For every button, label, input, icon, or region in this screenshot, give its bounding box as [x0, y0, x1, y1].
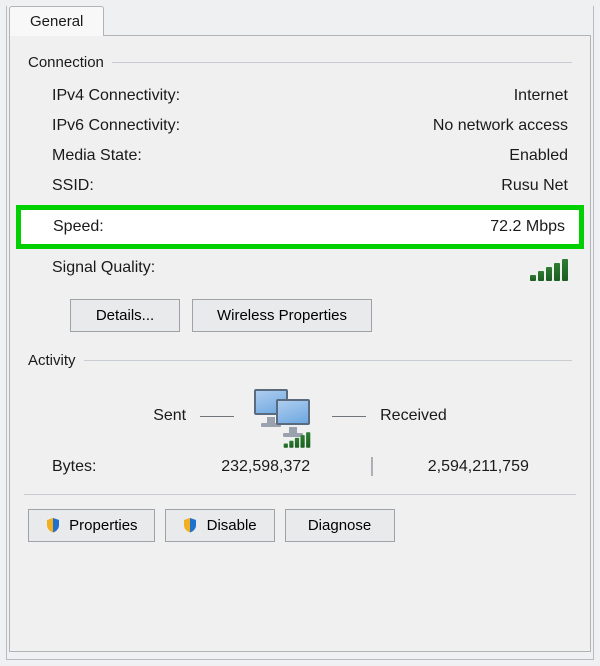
footer-buttons: Properties Disable Diagnose [28, 509, 572, 542]
received-rule [332, 416, 366, 417]
row-signal-quality-label: Signal Quality: [52, 259, 155, 281]
details-button[interactable]: Details... [70, 299, 180, 332]
tabbar: General [9, 6, 593, 35]
shield-icon [45, 517, 61, 533]
wireless-properties-button[interactable]: Wireless Properties [192, 299, 372, 332]
connection-status-dialog: General Connection IPv4 Connectivity: In… [6, 6, 594, 660]
tab-general-label: General [30, 13, 83, 30]
group-rule [112, 62, 572, 63]
tab-general[interactable]: General [9, 6, 104, 36]
disable-button[interactable]: Disable [165, 509, 275, 542]
row-media-state-label: Media State: [52, 147, 142, 165]
row-ssid: SSID: Rusu Net [28, 171, 572, 201]
bytes-received-value: 2,594,211,759 [385, 458, 572, 476]
row-ssid-value: Rusu Net [501, 177, 568, 195]
properties-button-label: Properties [69, 517, 137, 534]
activity-sent-received-row: Sent Received [28, 387, 572, 445]
footer-separator [24, 494, 576, 495]
properties-button[interactable]: Properties [28, 509, 155, 542]
bytes-sent-value: 232,598,372 [172, 458, 359, 476]
row-ipv6-value: No network access [433, 117, 568, 135]
disable-button-label: Disable [207, 517, 257, 534]
dialog-body: Connection IPv4 Connectivity: Internet I… [9, 35, 591, 652]
row-speed-label: Speed: [53, 218, 104, 236]
received-label: Received [380, 407, 447, 425]
connection-group-label: Connection [28, 54, 572, 71]
shield-icon [182, 517, 198, 533]
group-rule [84, 360, 572, 361]
wireless-properties-button-label: Wireless Properties [217, 307, 347, 324]
bytes-row: Bytes: 232,598,372 | 2,594,211,759 [32, 455, 572, 478]
row-signal-quality: Signal Quality: [28, 253, 572, 287]
diagnose-button[interactable]: Diagnose [285, 509, 395, 542]
sent-label: Sent [153, 407, 186, 425]
row-media-state-value: Enabled [509, 147, 568, 165]
diagnose-button-label: Diagnose [308, 517, 371, 534]
activity-group-text: Activity [28, 352, 76, 369]
network-activity-icon [248, 387, 318, 445]
signal-strength-icon [530, 259, 568, 281]
row-ipv6-label: IPv6 Connectivity: [52, 117, 180, 135]
row-ipv4-label: IPv4 Connectivity: [52, 87, 180, 105]
activity-group-label: Activity [28, 352, 572, 369]
row-media-state: Media State: Enabled [28, 141, 572, 171]
row-speed-highlight: Speed: 72.2 Mbps [16, 205, 584, 249]
row-ssid-label: SSID: [52, 177, 94, 195]
row-ipv6: IPv6 Connectivity: No network access [28, 111, 572, 141]
details-button-label: Details... [96, 307, 154, 324]
connection-group-text: Connection [28, 54, 104, 71]
row-ipv4: IPv4 Connectivity: Internet [28, 81, 572, 111]
sent-rule [200, 416, 234, 417]
bytes-separator: | [369, 455, 374, 478]
row-speed-value: 72.2 Mbps [490, 218, 565, 236]
connection-buttons: Details... Wireless Properties [70, 299, 572, 332]
row-ipv4-value: Internet [514, 87, 568, 105]
bytes-label: Bytes: [32, 458, 172, 476]
